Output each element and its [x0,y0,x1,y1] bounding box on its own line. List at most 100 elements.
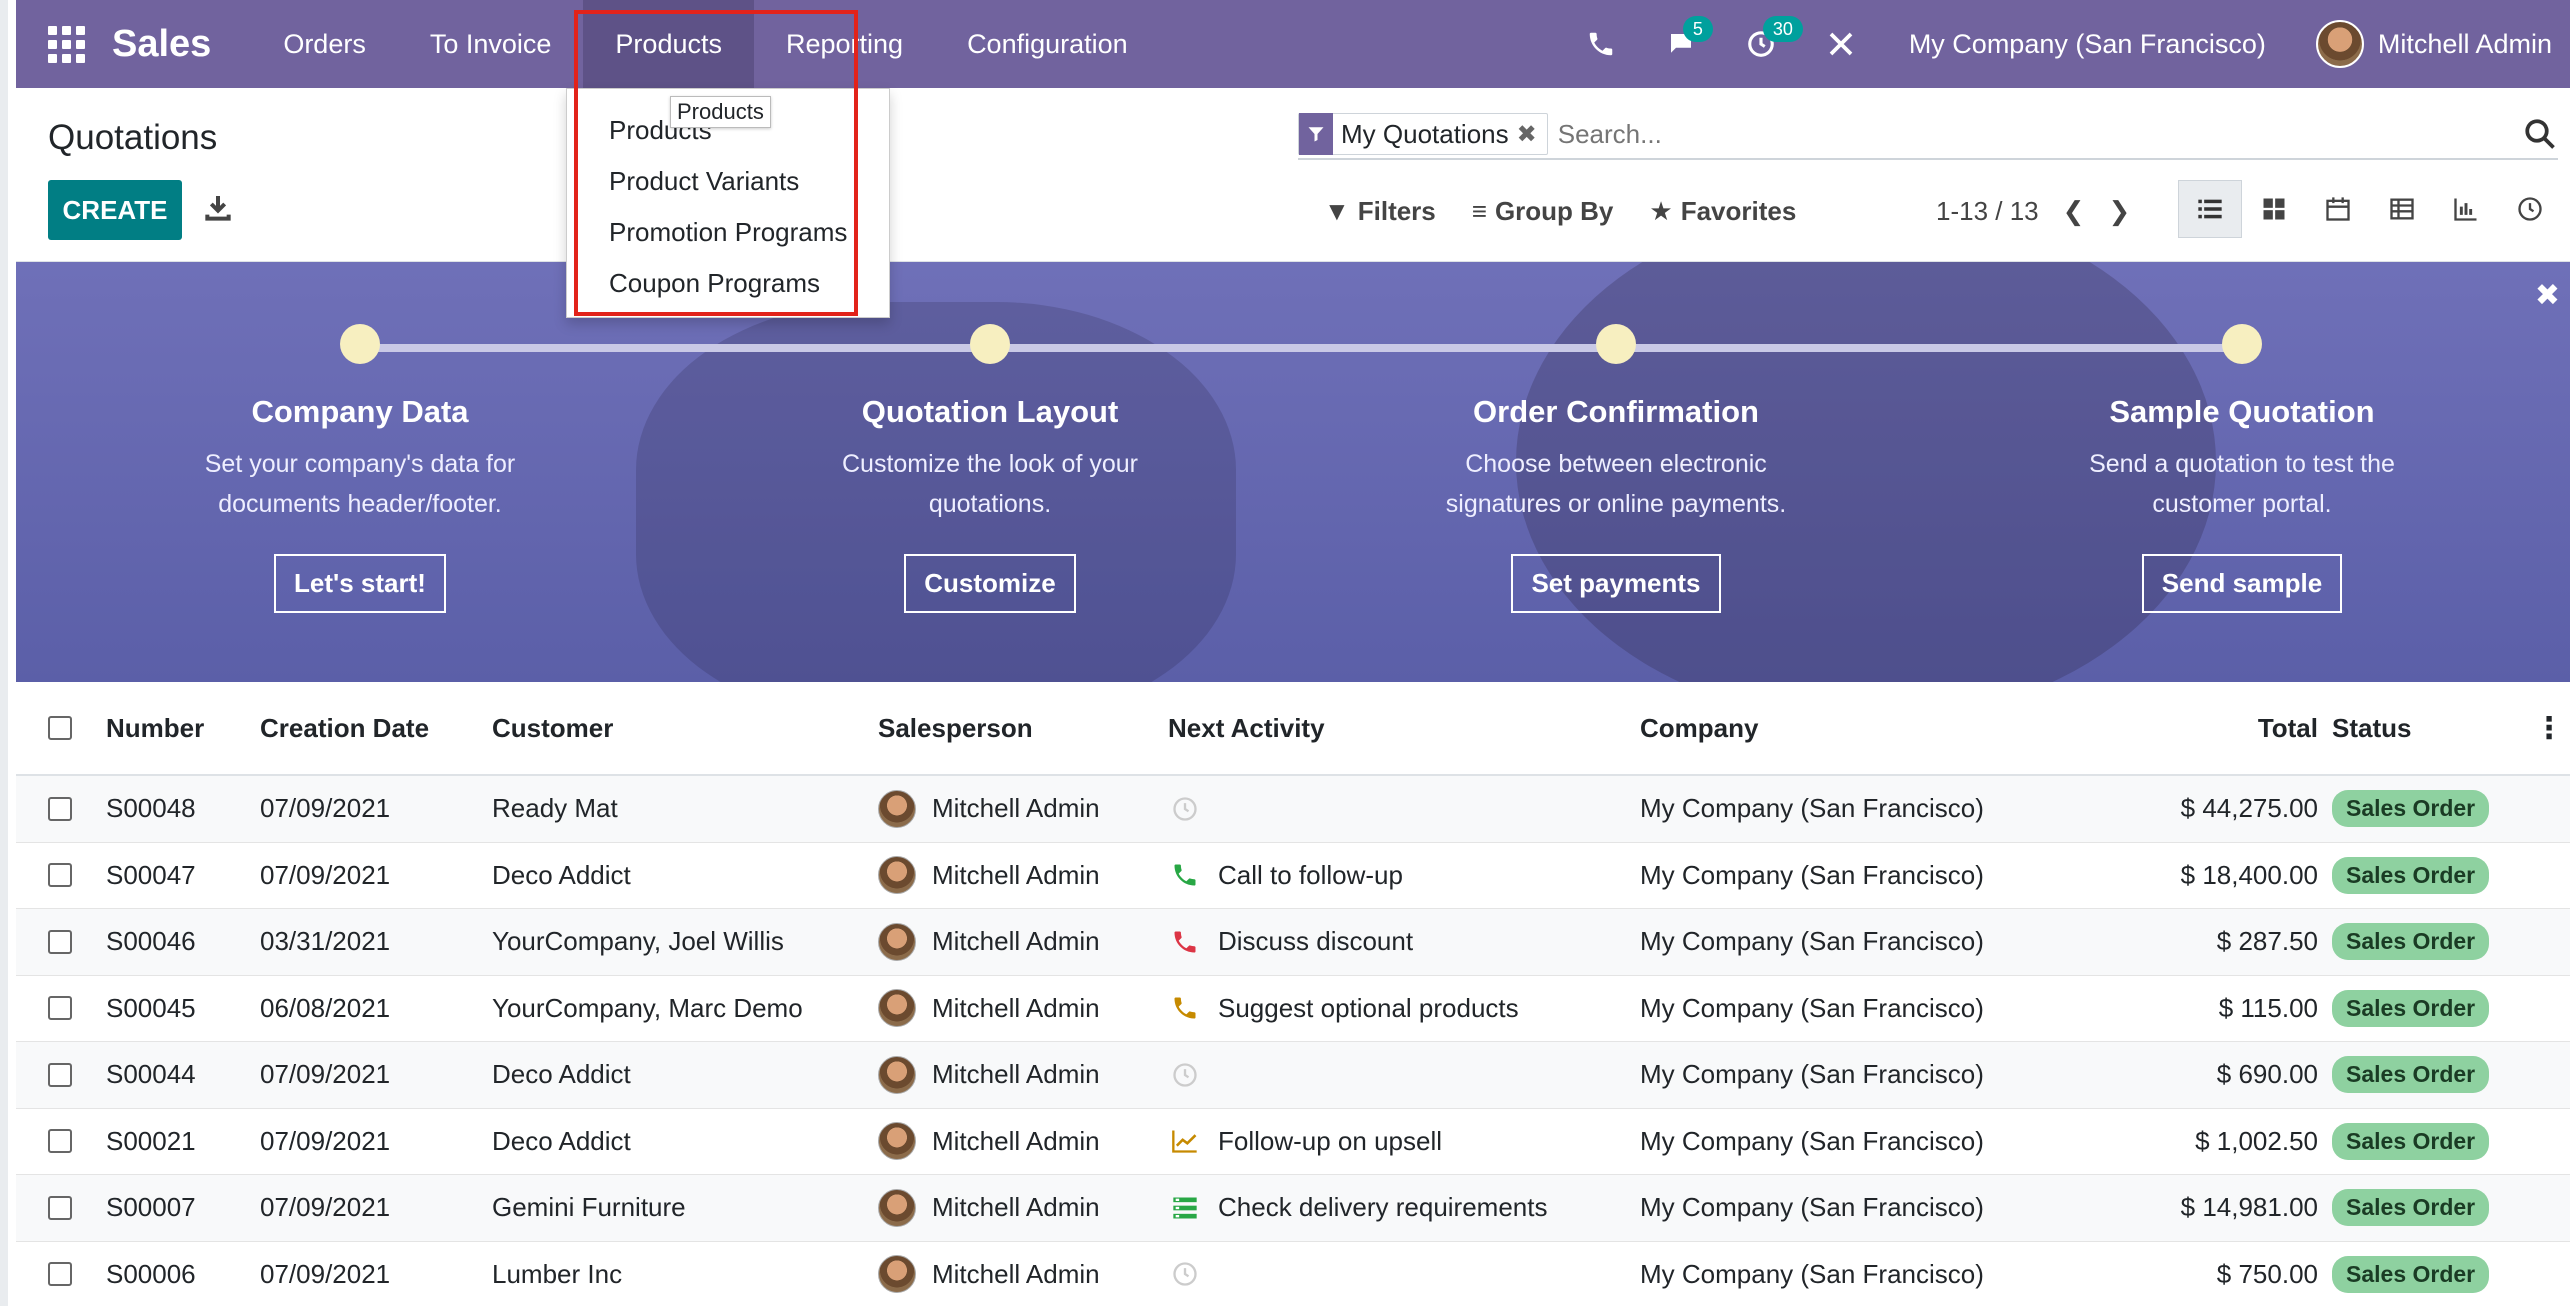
table-row[interactable]: S00007 07/09/2021 Gemini Furniture Mitchell… [16,1175,2570,1242]
row-checkbox[interactable] [48,996,72,1021]
download-icon[interactable] [202,192,234,224]
table-row[interactable]: S00006 07/09/2021 Lumber Inc Mitchell Admin… [16,1242,2570,1306]
group-by-label: Group By [1494,196,1614,226]
step-dot [970,324,1010,364]
row-checkbox[interactable] [48,863,72,888]
customize-button[interactable]: Customize [904,554,1076,613]
activity-view-icon[interactable] [2498,180,2562,238]
header-company[interactable]: Company [1640,713,2128,744]
table-row[interactable]: S00045 06/08/2021 YourCompany, Marc Demo Mi… [16,976,2570,1042]
table-row[interactable]: S00021 07/09/2021 Deco Addict Mitchell Admi… [16,1109,2570,1175]
table-row[interactable]: S00048 07/09/2021 Ready Mat Mitchell Admin M… [16,776,2570,843]
screen: Sales Orders To Invoice Products Reporti… [0,0,2570,1306]
header-total[interactable]: Total [2128,713,2318,744]
table-row[interactable]: S00046 03/31/2021 YourCompany, Joel Willis… [16,909,2570,976]
table-header: Number Creation Date Customer Salesperso… [16,682,2570,776]
search-bar: My Quotations ✖ [1298,110,2558,160]
pager-value[interactable]: 1-13 / 13 [1936,196,2039,227]
select-all-checkbox[interactable] [48,716,72,740]
customer-name: Deco Addict [492,1059,631,1090]
row-checkbox[interactable] [48,929,72,954]
header-salesperson[interactable]: Salesperson [878,713,1168,744]
clock-icon[interactable] [1168,792,1202,826]
step-description-2: quotations. [928,490,1052,518]
search-icon[interactable] [2522,116,2558,152]
header-creation-date[interactable]: Creation Date [260,713,492,744]
filters-label: Filters [1357,196,1436,226]
search-input[interactable] [1557,118,2458,150]
menu-reporting[interactable]: Reporting [754,0,935,88]
row-checkbox[interactable] [48,1262,72,1287]
activity-summary: Call to follow-up [1218,859,1403,890]
phone-green-icon[interactable] [1168,858,1202,892]
order-total: $ 115.00 [2218,992,2318,1023]
calendar-view-icon[interactable] [2306,180,2370,238]
table-row[interactable]: S00047 07/09/2021 Deco Addict Mitchell Admi… [16,843,2570,909]
menu-item-product-variants[interactable]: Product Variants [567,156,889,207]
header-next-activity[interactable]: Next Activity [1168,713,1640,744]
company-name: My Company (San Francisco) [1640,793,1984,824]
order-total: $ 1,002.50 [2195,1125,2318,1156]
creation-date: 07/09/2021 [260,1192,391,1223]
step-description-2: signatures or online payments. [1445,490,1787,518]
app-name[interactable]: Sales [112,23,211,66]
phone-icon[interactable] [1561,0,1641,88]
user-avatar[interactable] [2315,20,2364,68]
row-checkbox[interactable] [48,1195,72,1220]
view-switcher [2178,180,2562,238]
order-total: $ 690.00 [2216,1059,2318,1090]
order-number: S00044 [106,1059,196,1090]
order-total: $ 750.00 [2216,1258,2318,1289]
favorites-button[interactable]: ★ Favorites [1649,196,1796,227]
header-customer[interactable]: Customer [492,713,878,744]
salesperson-name: Mitchell Admin [932,793,1100,824]
creation-date: 07/09/2021 [260,1125,391,1156]
menu-item-promotion-programs[interactable]: Promotion Programs [567,207,889,258]
pager-previous-icon[interactable]: ❮ [2063,196,2085,227]
optional-columns-icon[interactable]: ⋮ [2534,711,2564,746]
activity-summary: Suggest optional products [1218,992,1519,1023]
company-name: My Company (San Francisco) [1640,992,1984,1023]
clock-icon[interactable] [1168,1257,1202,1291]
create-button[interactable]: CREATE [48,180,182,240]
table-row[interactable]: S00044 07/09/2021 Deco Addict Mitchell Admi… [16,1042,2570,1109]
set-payments-button[interactable]: Set payments [1511,554,1721,613]
tasks-icon[interactable] [1168,1191,1202,1225]
filters-button[interactable]: ▼ Filters [1324,196,1436,227]
row-checkbox[interactable] [48,1062,72,1087]
activity-clock-icon[interactable]: 30 [1721,0,1803,88]
lets-start-button[interactable]: Let's start! [274,554,446,613]
close-banner-icon[interactable]: ✖ [2535,278,2560,313]
phone-orange-icon[interactable] [1168,991,1202,1025]
header-status[interactable]: Status [2318,713,2518,744]
company-name: My Company (San Francisco) [1640,1059,1984,1090]
send-sample-button[interactable]: Send sample [2141,554,2343,613]
menu-item-coupon-programs[interactable]: Coupon Programs [567,258,889,309]
tools-icon[interactable] [1801,0,1881,88]
phone-red-icon[interactable] [1168,925,1202,959]
pager-next-icon[interactable]: ❯ [2108,196,2130,227]
page-title: Quotations [48,118,218,157]
graph-view-icon[interactable] [2434,180,2498,238]
kanban-view-icon[interactable] [2242,180,2306,238]
menu-to-invoice[interactable]: To Invoice [398,0,584,88]
header-number[interactable]: Number [106,713,260,744]
app-menu-icon[interactable] [46,24,86,64]
clock-icon[interactable] [1168,1058,1202,1092]
row-checkbox[interactable] [48,796,72,821]
salesperson-name: Mitchell Admin [932,992,1100,1023]
menu-products[interactable]: Products [583,0,754,88]
company-switcher[interactable]: My Company (San Francisco) [1909,29,2266,60]
list-view-icon[interactable] [2178,180,2242,238]
row-checkbox[interactable] [48,1129,72,1154]
activity-summary: Discuss discount [1218,926,1414,957]
user-menu[interactable]: Mitchell Admin [2378,29,2552,60]
remove-facet-icon[interactable]: ✖ [1517,120,1547,149]
creation-date: 07/09/2021 [260,793,391,824]
menu-orders[interactable]: Orders [251,0,398,88]
chat-icon[interactable]: 5 [1641,0,1721,88]
group-by-button[interactable]: ≡ Group By [1472,196,1614,227]
pivot-view-icon[interactable] [2370,180,2434,238]
menu-configuration[interactable]: Configuration [935,0,1160,88]
chart-icon[interactable] [1168,1124,1202,1158]
